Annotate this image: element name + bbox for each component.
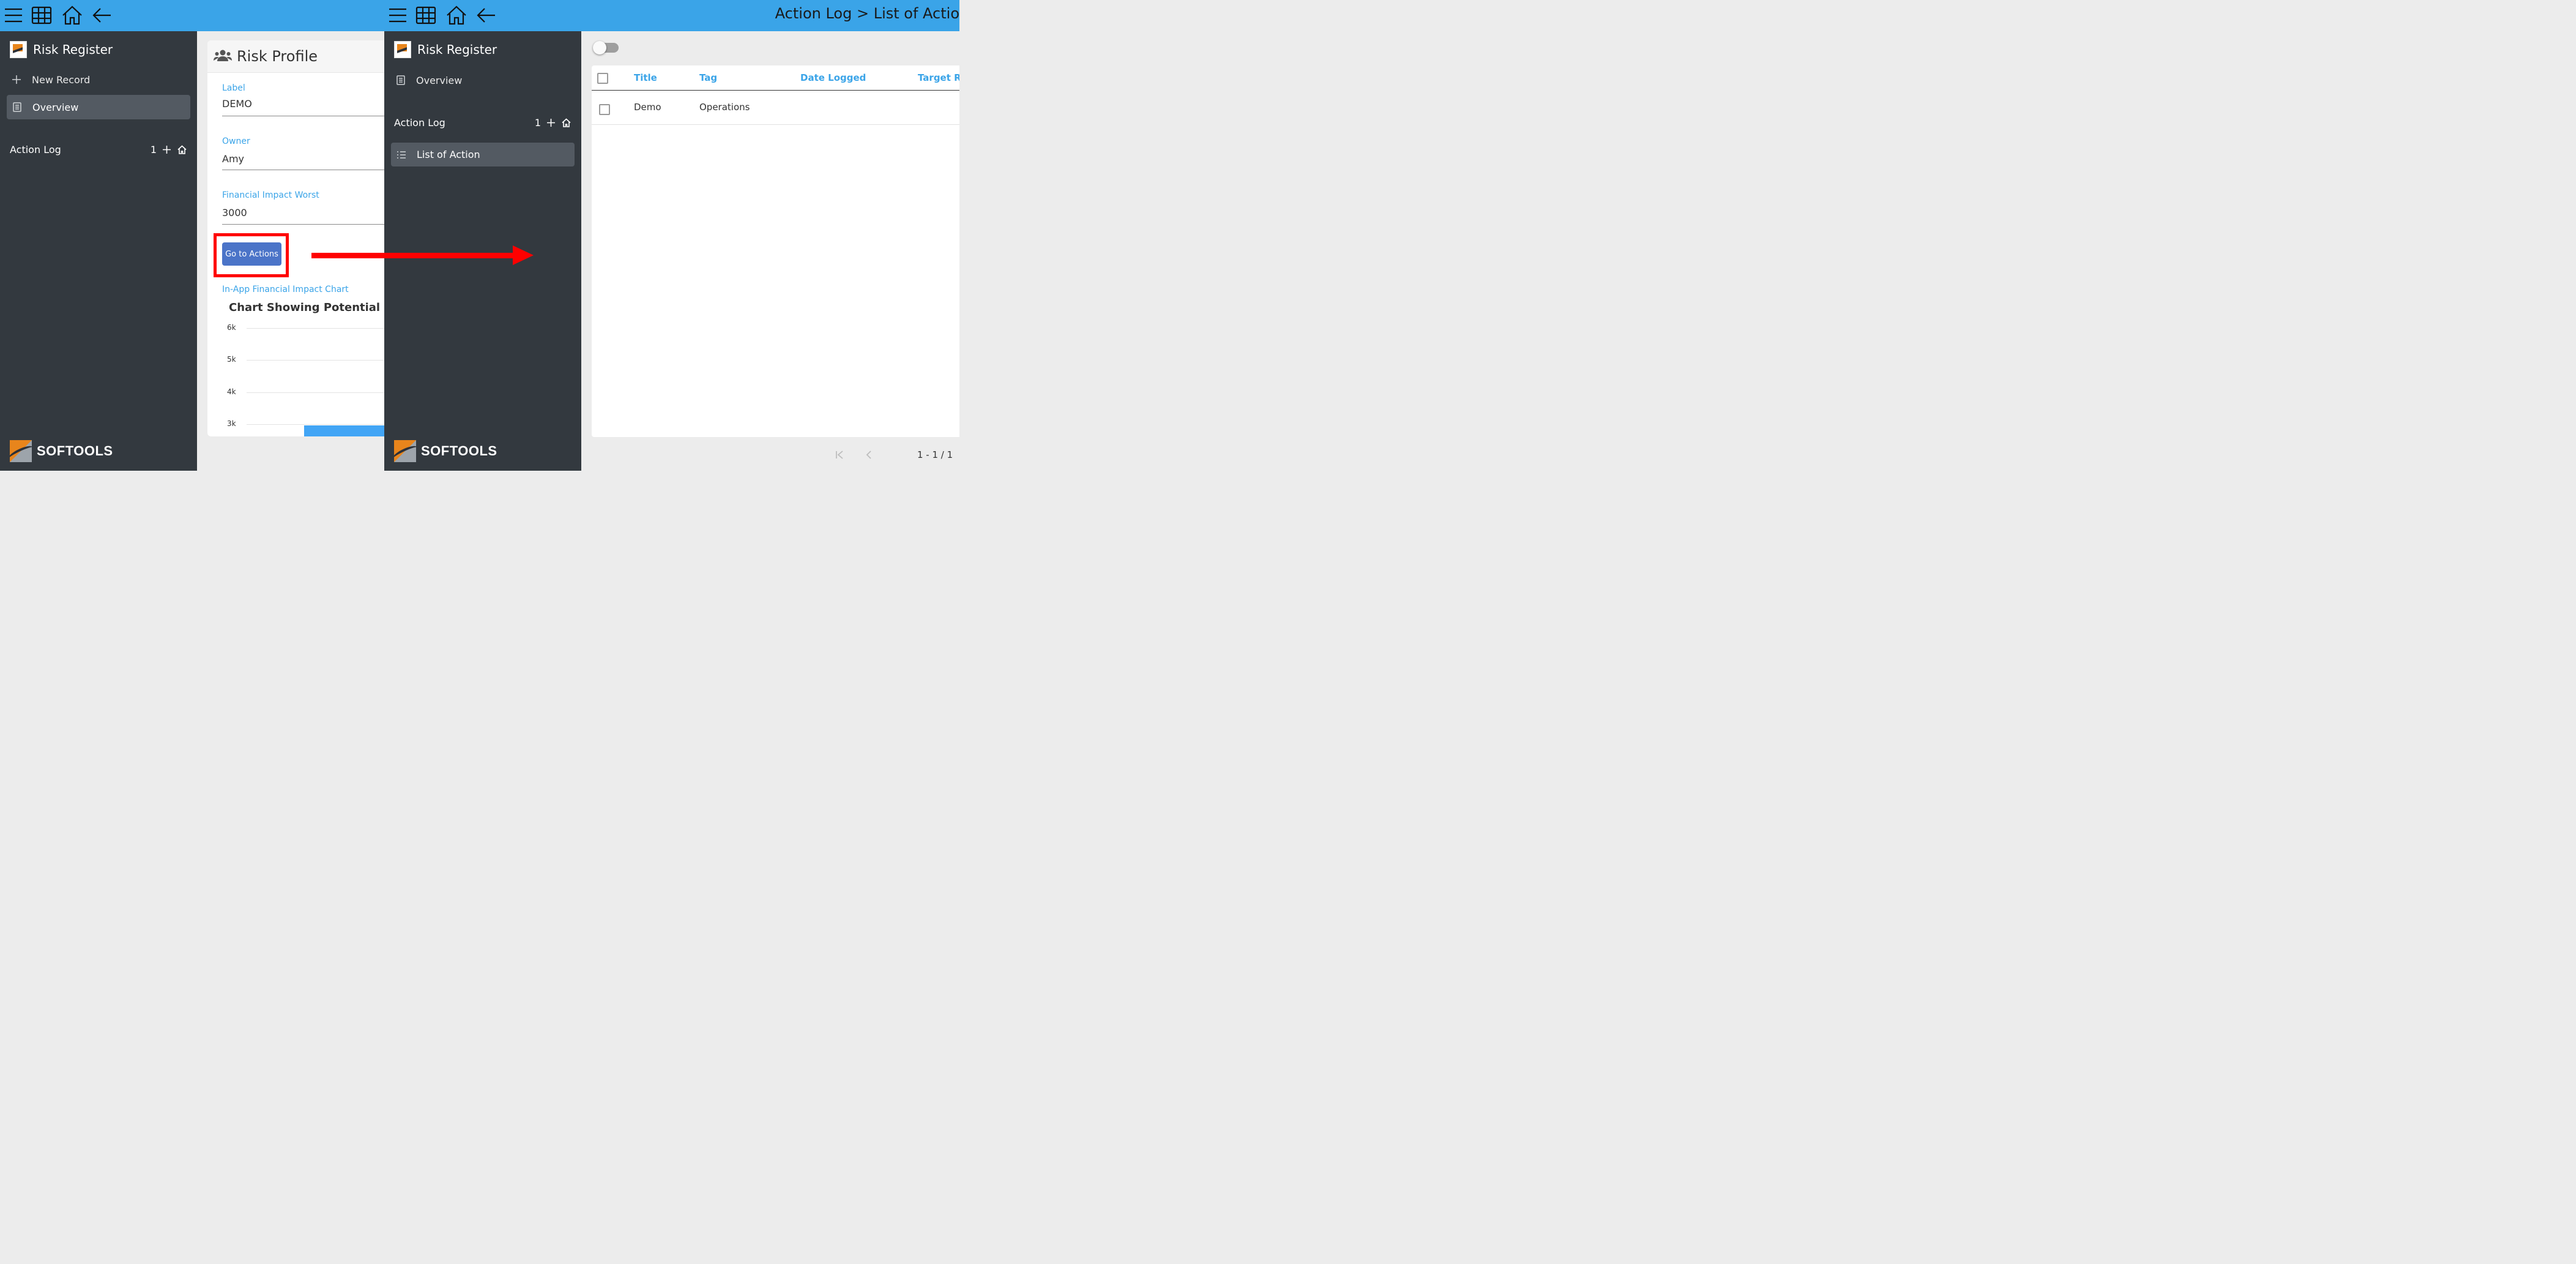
sidebar-item-label: Overview — [416, 74, 463, 86]
sidebar-group-action-log[interactable]: Action Log 1 — [394, 116, 571, 129]
column-header-title[interactable]: Title — [634, 72, 657, 83]
app-title: Risk Register — [33, 42, 113, 57]
cell-tag: Operations — [699, 102, 750, 113]
column-header-tag[interactable]: Tag — [699, 72, 717, 83]
sidebar-item-label: List of Action — [417, 149, 480, 160]
y-tick-label: 6k — [227, 323, 236, 332]
sidebar-item-label: Overview — [32, 101, 79, 113]
column-header-target[interactable]: Target R — [918, 72, 959, 83]
home-icon[interactable] — [561, 118, 571, 128]
report-icon — [396, 75, 405, 85]
softools-logo-icon — [10, 440, 32, 462]
plus-icon[interactable] — [546, 118, 556, 128]
sidebar-item-overview[interactable]: Overview — [395, 73, 462, 87]
app-logo — [394, 41, 411, 58]
back-arrow-icon[interactable] — [475, 4, 498, 27]
sidebar-app-header: Risk Register — [394, 41, 497, 58]
softools-logo-icon — [394, 440, 416, 462]
top-toolbar — [0, 0, 384, 31]
group-count-badge: 1 — [534, 116, 541, 129]
back-arrow-icon[interactable] — [91, 4, 114, 27]
group-count-badge: 1 — [150, 143, 157, 155]
top-toolbar: Action Log > List of Actio — [384, 0, 959, 31]
brand-wordmark: SOFTOOLS — [37, 443, 113, 458]
red-arrow-shaft — [311, 253, 516, 258]
red-arrow-head — [513, 245, 534, 265]
action-list-table: Title Tag Date Logged Target R Demo Oper… — [592, 65, 959, 437]
app-logo — [10, 41, 27, 58]
brand-wordmark: SOFTOOLS — [421, 443, 497, 458]
home-icon[interactable] — [177, 144, 187, 155]
app-title: Risk Register — [417, 42, 497, 57]
sidebar-item-label: New Record — [32, 73, 91, 86]
grid-line — [247, 424, 384, 425]
left-screen: Risk Register New Record Overview Action… — [0, 0, 384, 471]
previous-page-icon[interactable] — [864, 450, 874, 460]
softools-brand: SOFTOOLS — [394, 440, 497, 462]
page-title: Action Log > List of Actio — [775, 5, 959, 22]
y-tick-label: 5k — [227, 355, 236, 364]
y-tick-label: 3k — [227, 419, 236, 428]
list-icon — [397, 151, 406, 159]
chart-bar — [304, 425, 384, 436]
first-page-icon[interactable] — [835, 450, 844, 460]
sidebar-app-header: Risk Register — [10, 41, 113, 58]
softools-brand: SOFTOOLS — [10, 440, 113, 462]
plus-icon — [12, 75, 21, 84]
group-label: Action Log — [394, 116, 445, 129]
group-label: Action Log — [10, 143, 61, 155]
y-tick-label: 4k — [227, 387, 236, 396]
right-screen: Action Log > List of Actio Risk Register… — [384, 0, 959, 471]
grid-line — [247, 328, 384, 329]
highlight-box — [214, 233, 289, 277]
select-all-checkbox[interactable] — [597, 73, 608, 84]
menu-icon[interactable] — [2, 4, 25, 27]
sidebar: Risk Register Overview Action Log 1 List… — [384, 31, 581, 471]
grid-icon[interactable] — [30, 4, 53, 27]
cell-title: Demo — [634, 102, 661, 113]
pagination-range: 1 - 1 / 1 — [917, 449, 953, 460]
grid-icon[interactable] — [414, 4, 437, 27]
plus-icon[interactable] — [162, 144, 172, 155]
home-icon[interactable] — [61, 4, 84, 27]
row-checkbox[interactable] — [599, 104, 610, 115]
sidebar-item-new-record[interactable]: New Record — [11, 73, 90, 86]
column-header-date-logged[interactable]: Date Logged — [800, 72, 866, 83]
sidebar: Risk Register New Record Overview Action… — [0, 31, 197, 471]
grid-line — [247, 392, 384, 393]
grid-line — [247, 360, 384, 361]
header-divider — [592, 90, 959, 91]
report-icon — [13, 102, 21, 112]
sidebar-item-overview[interactable]: Overview — [7, 95, 190, 119]
sidebar-group-action-log[interactable]: Action Log 1 — [10, 143, 187, 156]
home-icon[interactable] — [445, 4, 468, 27]
menu-icon[interactable] — [386, 4, 409, 27]
sidebar-item-list-of-action[interactable]: List of Action — [391, 143, 575, 166]
view-toggle-switch[interactable] — [593, 41, 619, 54]
row-divider — [592, 124, 959, 125]
